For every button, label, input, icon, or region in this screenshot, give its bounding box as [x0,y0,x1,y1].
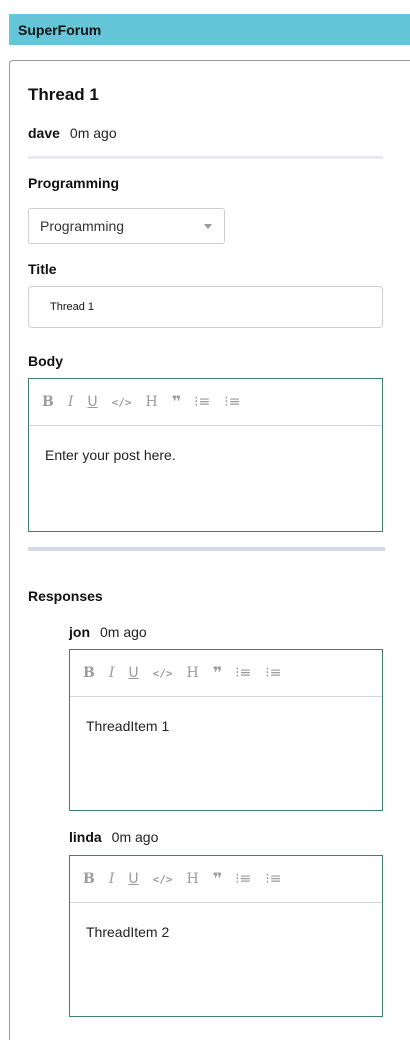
code-icon[interactable]: </> [153,874,173,885]
editor-toolbar: B I U </> H ❞ ⁝≡ ⁝≡ [70,856,382,903]
section-divider [28,547,385,551]
category-heading: Programming [28,175,120,191]
response-author-row: linda 0m ago [69,829,158,845]
underline-icon[interactable]: U [128,872,138,886]
italic-icon[interactable]: I [109,666,115,680]
bold-icon[interactable]: B [83,872,95,886]
underline-icon[interactable]: U [87,395,97,409]
quote-icon[interactable]: ❞ [172,394,181,410]
body-editor[interactable]: B I U </> H ❞ ⁝≡ ⁝≡ Enter your post here… [28,378,383,532]
body-label: Body [28,353,63,369]
code-icon[interactable]: </> [112,397,132,408]
thread-time: 0m ago [69,125,117,141]
title-input-value: Thread 1 [50,301,95,313]
bold-icon[interactable]: B [83,666,95,680]
thread-author-row: dave 0m ago [28,125,117,141]
code-icon[interactable]: </> [153,668,173,679]
bold-icon[interactable]: B [42,395,54,409]
thread-author: dave [28,125,60,141]
ordered-list-icon[interactable]: ⁝≡ [194,395,210,409]
editor-toolbar: B I U </> H ❞ ⁝≡ ⁝≡ [70,650,382,697]
quote-icon[interactable]: ❞ [213,665,222,681]
quote-icon[interactable]: ❞ [213,871,222,887]
heading-icon[interactable]: H [146,395,158,409]
category-select-value: Programming [40,218,125,234]
heading-icon[interactable]: H [187,872,199,886]
bullet-list-icon[interactable]: ⁝≡ [265,666,281,680]
bullet-list-icon[interactable]: ⁝≡ [224,395,240,409]
response-editor[interactable]: B I U </> H ❞ ⁝≡ ⁝≡ ThreadItem 2 [69,855,383,1017]
response-content[interactable]: ThreadItem 1 [70,697,382,734]
response-author-row: jon 0m ago [69,624,147,640]
ordered-list-icon[interactable]: ⁝≡ [235,666,251,680]
heading-icon[interactable]: H [187,666,199,680]
app-header: SuperForum [9,14,410,45]
thread-title: Thread 1 [28,85,99,104]
header-divider [28,156,383,159]
title-label: Title [28,261,57,277]
editor-toolbar: B I U </> H ❞ ⁝≡ ⁝≡ [29,379,382,426]
underline-icon[interactable]: U [128,666,138,680]
thread-panel: Thread 1 dave 0m ago Programming Program… [9,60,410,1040]
body-editor-content[interactable]: Enter your post here. [29,426,382,463]
response-content[interactable]: ThreadItem 2 [70,903,382,940]
bullet-list-icon[interactable]: ⁝≡ [265,872,281,886]
response-author: linda [69,829,102,845]
responses-heading: Responses [28,588,103,604]
category-select[interactable]: Programming [28,208,225,244]
italic-icon[interactable]: I [109,872,115,886]
chevron-down-icon [204,224,212,229]
response-author: jon [69,624,90,640]
italic-icon[interactable]: I [68,395,74,409]
title-input[interactable]: Thread 1 [28,286,383,328]
app-title[interactable]: SuperForum [18,22,101,38]
ordered-list-icon[interactable]: ⁝≡ [235,872,251,886]
response-time: 0m ago [111,829,159,845]
response-editor[interactable]: B I U </> H ❞ ⁝≡ ⁝≡ ThreadItem 1 [69,649,383,811]
response-time: 0m ago [100,624,147,640]
